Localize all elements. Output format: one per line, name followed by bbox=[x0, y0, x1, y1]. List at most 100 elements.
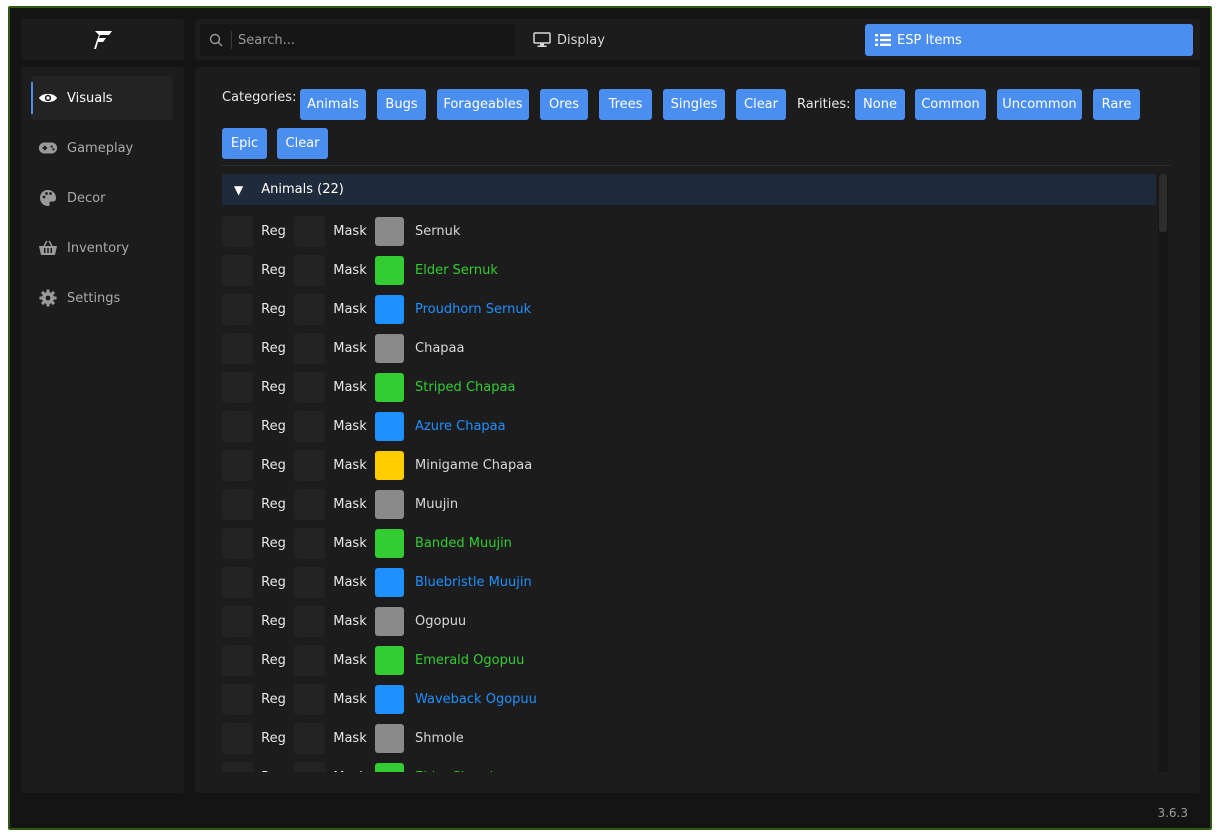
color-swatch[interactable] bbox=[375, 685, 404, 714]
mask-label: Mask bbox=[333, 380, 367, 395]
reg-label: Reg bbox=[253, 770, 294, 772]
reg-checkbox[interactable] bbox=[222, 645, 253, 676]
basket-icon bbox=[38, 240, 58, 256]
reg-checkbox[interactable] bbox=[222, 489, 253, 520]
rarity-clear-button[interactable]: Clear bbox=[277, 128, 328, 159]
tab-esp-items[interactable]: ESP Items bbox=[865, 24, 1193, 56]
mask-label: Mask bbox=[333, 302, 367, 317]
mask-checkbox[interactable] bbox=[294, 528, 325, 559]
item-row: Reg Mask Sernuk bbox=[222, 212, 1152, 251]
mask-checkbox[interactable] bbox=[294, 723, 325, 754]
app-window: Display ESP Items Visuals Gameplay D bbox=[8, 6, 1212, 830]
item-name: Minigame Chapaa bbox=[415, 458, 533, 473]
mask-checkbox[interactable] bbox=[294, 489, 325, 520]
sidebar: Visuals Gameplay Decor Inventory Setting… bbox=[21, 67, 184, 793]
mask-checkbox[interactable] bbox=[294, 762, 325, 772]
reg-checkbox[interactable] bbox=[222, 606, 253, 637]
reg-checkbox[interactable] bbox=[222, 450, 253, 481]
color-swatch[interactable] bbox=[375, 412, 404, 441]
mask-checkbox[interactable] bbox=[294, 216, 325, 247]
mask-checkbox[interactable] bbox=[294, 411, 325, 442]
reg-checkbox[interactable] bbox=[222, 528, 253, 559]
color-swatch[interactable] bbox=[375, 217, 404, 246]
reg-checkbox[interactable] bbox=[222, 762, 253, 772]
item-row: Reg Mask Ogopuu bbox=[222, 602, 1152, 641]
group-header-animals[interactable]: ▼ Animals (22) bbox=[222, 174, 1156, 205]
mask-checkbox[interactable] bbox=[294, 372, 325, 403]
item-name: Waveback Ogopuu bbox=[415, 692, 537, 707]
search-box[interactable] bbox=[200, 24, 515, 56]
reg-checkbox[interactable] bbox=[222, 255, 253, 286]
mask-checkbox[interactable] bbox=[294, 450, 325, 481]
color-swatch[interactable] bbox=[375, 373, 404, 402]
sidebar-item-label: Decor bbox=[67, 190, 106, 206]
item-name: Elder Shmole bbox=[415, 770, 501, 772]
category-chip-singles[interactable]: Singles bbox=[663, 89, 725, 120]
gamepad-icon bbox=[38, 141, 58, 155]
color-swatch[interactable] bbox=[375, 646, 404, 675]
color-swatch[interactable] bbox=[375, 256, 404, 285]
reg-label: Reg bbox=[261, 263, 286, 278]
rarity-chip-rare[interactable]: Rare bbox=[1093, 89, 1140, 120]
color-swatch[interactable] bbox=[375, 295, 404, 324]
category-clear-button[interactable]: Clear bbox=[736, 89, 786, 120]
mask-label: Mask bbox=[333, 458, 367, 473]
item-row: Reg Mask Elder Shmole bbox=[222, 758, 1152, 772]
rarity-chip-none[interactable]: None bbox=[855, 89, 905, 120]
rarity-chip-epic[interactable]: Epic bbox=[222, 128, 267, 159]
item-name: Emerald Ogopuu bbox=[415, 653, 525, 668]
sidebar-item-label: Gameplay bbox=[67, 140, 134, 156]
mask-checkbox[interactable] bbox=[294, 645, 325, 676]
reg-checkbox[interactable] bbox=[222, 333, 253, 364]
color-swatch[interactable] bbox=[375, 724, 404, 753]
sidebar-item-visuals[interactable]: Visuals bbox=[31, 76, 173, 120]
item-row: Reg Mask Waveback Ogopuu bbox=[222, 680, 1152, 719]
reg-checkbox[interactable] bbox=[222, 411, 253, 442]
color-swatch[interactable] bbox=[375, 529, 404, 558]
search-input[interactable] bbox=[238, 32, 508, 48]
mask-checkbox[interactable] bbox=[294, 684, 325, 715]
mask-checkbox[interactable] bbox=[294, 567, 325, 598]
item-name: Striped Chapaa bbox=[415, 380, 516, 395]
color-swatch[interactable] bbox=[375, 763, 404, 772]
sidebar-item-settings[interactable]: Settings bbox=[31, 276, 173, 320]
sidebar-item-gameplay[interactable]: Gameplay bbox=[31, 126, 173, 170]
mask-checkbox[interactable] bbox=[294, 294, 325, 325]
reg-label: Reg bbox=[261, 419, 286, 434]
sidebar-item-label: Visuals bbox=[67, 90, 113, 106]
reg-checkbox[interactable] bbox=[222, 567, 253, 598]
reg-checkbox[interactable] bbox=[222, 684, 253, 715]
rarities-label: Rarities: bbox=[797, 97, 851, 112]
reg-checkbox[interactable] bbox=[222, 723, 253, 754]
category-chip-animals[interactable]: Animals bbox=[300, 89, 366, 120]
color-swatch[interactable] bbox=[375, 607, 404, 636]
category-chip-bugs[interactable]: Bugs bbox=[377, 89, 426, 120]
category-chip-forageables[interactable]: Forageables bbox=[437, 89, 529, 120]
rarity-chip-common[interactable]: Common bbox=[915, 89, 986, 120]
search-separator bbox=[231, 31, 232, 49]
sidebar-item-inventory[interactable]: Inventory bbox=[31, 226, 173, 270]
mask-checkbox[interactable] bbox=[294, 255, 325, 286]
reg-checkbox[interactable] bbox=[222, 294, 253, 325]
color-swatch[interactable] bbox=[375, 334, 404, 363]
scrollbar-thumb[interactable] bbox=[1159, 174, 1167, 232]
rarity-chip-uncommon[interactable]: Uncommon bbox=[997, 89, 1082, 120]
mask-checkbox[interactable] bbox=[294, 333, 325, 364]
mask-checkbox[interactable] bbox=[294, 606, 325, 637]
item-name: Proudhorn Sernuk bbox=[415, 302, 532, 317]
color-swatch[interactable] bbox=[375, 451, 404, 480]
color-swatch[interactable] bbox=[375, 490, 404, 519]
mask-label: Mask bbox=[325, 770, 375, 772]
category-chip-trees[interactable]: Trees bbox=[599, 89, 652, 120]
mask-label: Mask bbox=[333, 614, 367, 629]
item-name: Chapaa bbox=[415, 341, 465, 356]
reg-checkbox[interactable] bbox=[222, 372, 253, 403]
item-row: Reg Mask Muujin bbox=[222, 485, 1152, 524]
category-chip-ores[interactable]: Ores bbox=[540, 89, 588, 120]
scrollbar[interactable] bbox=[1158, 174, 1168, 772]
tab-display[interactable]: Display bbox=[523, 24, 851, 56]
sidebar-item-decor[interactable]: Decor bbox=[31, 176, 173, 220]
reg-checkbox[interactable] bbox=[222, 216, 253, 247]
item-name: Azure Chapaa bbox=[415, 419, 506, 434]
color-swatch[interactable] bbox=[375, 568, 404, 597]
